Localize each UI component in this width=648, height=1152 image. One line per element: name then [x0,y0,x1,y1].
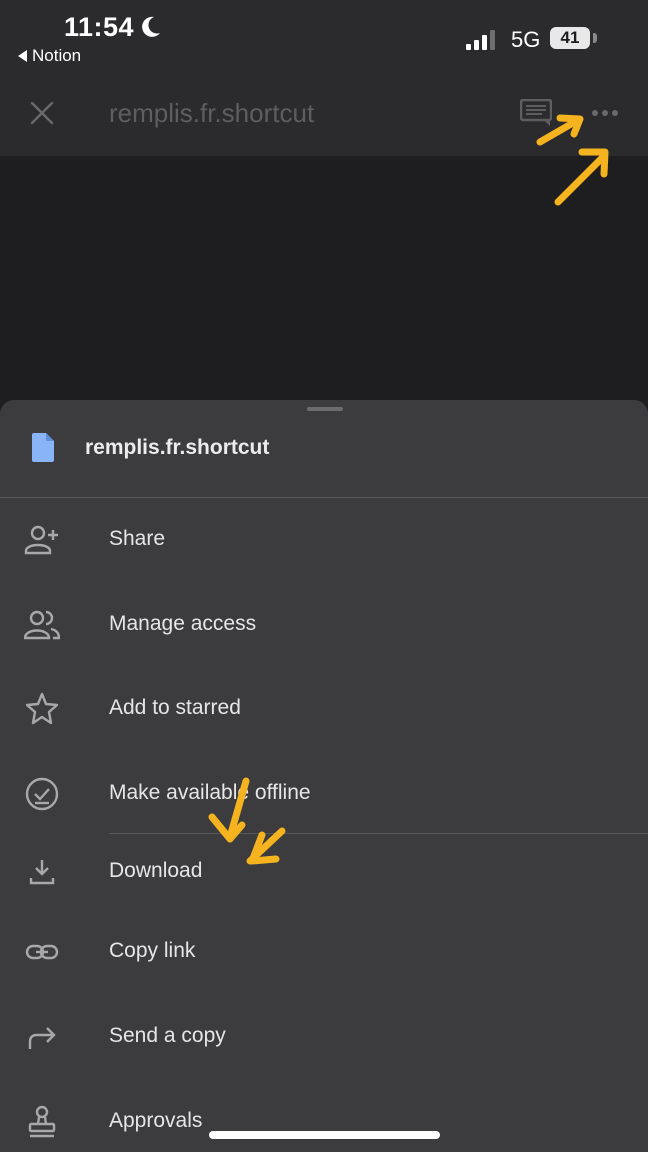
cellular-signal-icon [466,30,495,50]
menu-item-label: Manage access [109,612,257,635]
offline-check-icon [25,777,59,811]
menu-item-send-a-copy[interactable]: Send a copy [0,997,648,1077]
home-indicator[interactable] [209,1131,440,1139]
screen: 11:54 Notion 5G 41 remplis.fr.shortcut r… [0,0,648,1152]
download-icon [29,860,55,885]
menu-item-add-to-starred[interactable]: Add to starred [0,669,648,749]
menu-item-manage-access[interactable]: Manage access [0,585,648,665]
network-type: 5G [511,27,541,52]
menu-item-label: Share [109,527,166,550]
people-icon [24,610,60,640]
status-time: 11:54 [64,12,135,42]
star-outline-icon [25,692,59,725]
menu-item-copy-link[interactable]: Copy link [0,912,648,992]
stamp-icon [28,1105,56,1138]
menu-item-make-available-offline[interactable]: Make available offline [0,754,648,834]
back-app-label: Notion [32,46,82,65]
moon-icon [142,16,160,37]
close-icon[interactable] [30,101,54,125]
back-to-app-link[interactable]: Notion [18,46,81,66]
menu-item-label: Approvals [109,1109,203,1132]
link-icon [25,944,59,960]
menu-item-approvals[interactable]: Approvals [0,1082,648,1152]
sheet-file-name: remplis.fr.shortcut [85,436,270,459]
menu-item-download[interactable]: Download [0,832,648,912]
actions-bottom-sheet: remplis.fr.shortcut Share Manage access [0,400,648,1152]
battery-level: 41 [550,27,590,49]
menu-item-share[interactable]: Share [0,500,648,580]
status-bar: 11:54 Notion 5G 41 [0,0,648,80]
battery-tip [593,33,597,43]
menu-item-label: Make available offline [109,781,311,804]
menu-item-label: Send a copy [109,1024,226,1047]
back-triangle-icon [18,50,27,62]
menu-item-label: Copy link [109,939,196,962]
person-add-icon [24,525,58,555]
sheet-header: remplis.fr.shortcut [0,400,648,498]
app-bar: remplis.fr.shortcut [0,80,648,156]
comments-icon[interactable] [520,99,552,127]
menu-item-label: Add to starred [109,696,241,719]
menu-item-label: Download [109,859,203,882]
document-title: remplis.fr.shortcut [109,98,315,128]
file-icon [32,433,54,462]
more-options-icon[interactable] [590,108,620,118]
forward-arrow-icon [28,1027,56,1049]
document-preview-area [0,156,648,416]
